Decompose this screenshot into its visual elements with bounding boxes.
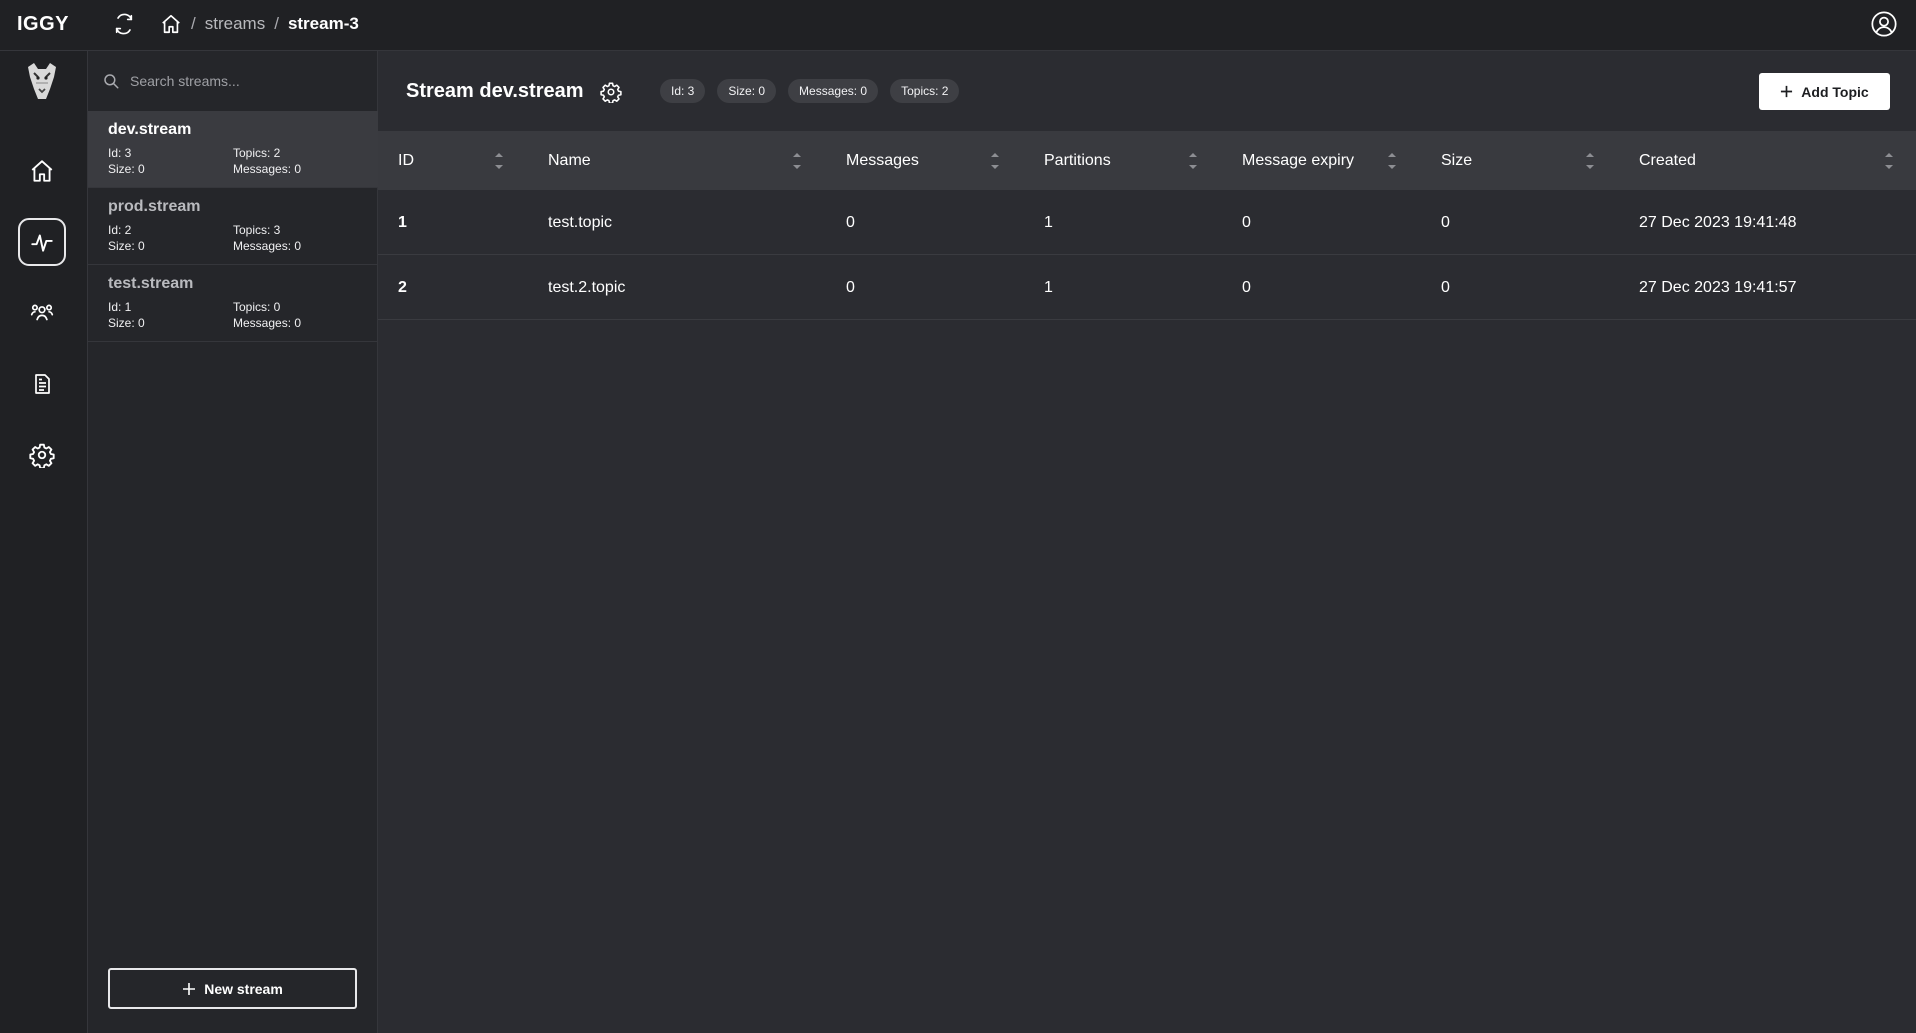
streams-icon [31, 234, 53, 252]
sort-icon[interactable] [791, 149, 803, 173]
stream-messages: Messages: 0 [233, 162, 302, 176]
home-icon [162, 14, 180, 34]
column-header-size[interactable]: Size [1441, 131, 1472, 190]
cell-created: 27 Dec 2023 19:41:48 [1639, 213, 1797, 231]
stream-size: Size: 0 [108, 316, 145, 330]
badge-topics: Topics: 2 [890, 79, 960, 103]
table-row[interactable]: 2 test.2.topic 0 1 0 0 27 Dec 2023 19:41… [378, 255, 1916, 320]
stream-topics: Topics: 3 [233, 223, 281, 237]
cell-name: test.topic [548, 213, 613, 231]
nav-streams[interactable] [18, 218, 66, 266]
stream-name: dev.stream [108, 121, 192, 138]
stream-meta: Id: 1 Topics: 0 Size: 0 Messages: 0 [108, 299, 378, 331]
cell-messages: 0 [846, 278, 855, 296]
cell-id: 1 [398, 213, 407, 231]
new-stream-label: New stream [204, 980, 283, 997]
main-content: Stream dev.stream Id: 3 Size: 0 Messages… [378, 51, 1916, 1033]
stream-name: prod.stream [108, 198, 201, 215]
stream-size: Size: 0 [108, 162, 145, 176]
cell-messages: 0 [846, 213, 855, 231]
column-header-partitions[interactable]: Partitions [1044, 131, 1111, 190]
cell-size: 0 [1441, 213, 1450, 231]
cell-created: 27 Dec 2023 19:41:57 [1639, 278, 1797, 296]
breadcrumb-streams[interactable]: streams [205, 14, 265, 34]
refresh-icon [115, 13, 133, 35]
mascot-logo [20, 59, 64, 103]
home-icon [31, 160, 53, 182]
badge-messages: Messages: 0 [788, 79, 879, 103]
add-topic-button[interactable]: Add Topic [1759, 73, 1890, 110]
stream-name: test.stream [108, 275, 194, 292]
search-input[interactable] [130, 64, 378, 98]
breadcrumb-separator: / [191, 14, 196, 33]
stream-header: Stream dev.stream Id: 3 Size: 0 Messages… [378, 51, 1916, 131]
refresh-button[interactable] [110, 10, 138, 38]
column-header-created[interactable]: Created [1639, 131, 1696, 190]
sort-icon[interactable] [989, 149, 1001, 173]
stream-topics: Topics: 2 [233, 146, 281, 160]
stream-messages: Messages: 0 [233, 239, 302, 253]
search-bar [88, 51, 378, 111]
users-icon [30, 304, 54, 321]
stream-item-prod[interactable]: prod.stream Id: 2 Topics: 3 Size: 0 Mess… [88, 188, 378, 265]
cell-name: test.2.topic [548, 278, 626, 296]
stream-item-dev[interactable]: dev.stream Id: 3 Topics: 2 Size: 0 Messa… [88, 111, 378, 188]
nav-home[interactable] [18, 147, 66, 195]
nav-settings[interactable] [18, 431, 66, 479]
user-circle-icon [1871, 11, 1897, 37]
nav-users[interactable] [18, 289, 66, 337]
nav-rail [0, 51, 88, 1033]
stream-topics: Topics: 0 [233, 300, 281, 314]
column-header-name[interactable]: Name [548, 131, 591, 190]
streams-panel: dev.stream Id: 3 Topics: 2 Size: 0 Messa… [88, 51, 378, 1033]
cell-size: 0 [1441, 278, 1450, 296]
sort-icon[interactable] [1386, 149, 1398, 173]
stream-settings-button[interactable] [598, 79, 624, 105]
sort-icon[interactable] [1187, 149, 1199, 173]
stream-badges: Id: 3 Size: 0 Messages: 0 Topics: 2 [660, 79, 960, 103]
stream-id: Id: 2 [108, 223, 132, 237]
plus-icon [183, 982, 196, 995]
cell-message-expiry: 0 [1242, 213, 1251, 231]
column-header-id[interactable]: ID [398, 131, 414, 190]
topics-table-header: ID Name Messages Partitions Message expi… [378, 131, 1916, 190]
settings-icon [29, 443, 55, 468]
stream-meta: Id: 2 Topics: 3 Size: 0 Messages: 0 [108, 222, 378, 254]
sort-icon[interactable] [1584, 149, 1596, 173]
sort-icon[interactable] [493, 149, 505, 173]
breadcrumb: / streams / stream-3 [160, 10, 359, 38]
breadcrumb-current: stream-3 [287, 14, 359, 33]
add-topic-label: Add Topic [1801, 83, 1869, 100]
stream-messages: Messages: 0 [233, 316, 302, 330]
breadcrumb-separator: / [274, 14, 279, 33]
gear-icon [600, 82, 622, 103]
table-row[interactable]: 1 test.topic 0 1 0 0 27 Dec 2023 19:41:4… [378, 190, 1916, 255]
badge-size: Size: 0 [717, 79, 777, 103]
nav-logs[interactable] [18, 360, 66, 408]
search-icon [104, 74, 119, 89]
page-title: Stream dev.stream [406, 80, 584, 102]
cell-partitions: 1 [1044, 278, 1053, 296]
stream-id: Id: 1 [108, 300, 132, 314]
plus-icon [1781, 85, 1793, 98]
column-header-message-expiry[interactable]: Message expiry [1242, 131, 1354, 190]
logs-icon [35, 374, 50, 394]
app-logo[interactable]: IGGY [17, 13, 69, 36]
breadcrumb-home[interactable] [160, 13, 182, 35]
stream-item-test[interactable]: test.stream Id: 1 Topics: 0 Size: 0 Mess… [88, 265, 378, 342]
top-bar: IGGY / streams / stream-3 [0, 0, 1916, 51]
user-menu-button[interactable] [1868, 8, 1900, 40]
stream-size: Size: 0 [108, 239, 145, 253]
stream-id: Id: 3 [108, 146, 132, 160]
cell-partitions: 1 [1044, 213, 1053, 231]
badge-id: Id: 3 [660, 79, 706, 103]
new-stream-button[interactable]: New stream [108, 968, 357, 1009]
cell-id: 2 [398, 278, 407, 296]
stream-meta: Id: 3 Topics: 2 Size: 0 Messages: 0 [108, 145, 378, 177]
cell-message-expiry: 0 [1242, 278, 1251, 296]
sort-icon[interactable] [1883, 149, 1895, 173]
column-header-messages[interactable]: Messages [846, 131, 919, 190]
